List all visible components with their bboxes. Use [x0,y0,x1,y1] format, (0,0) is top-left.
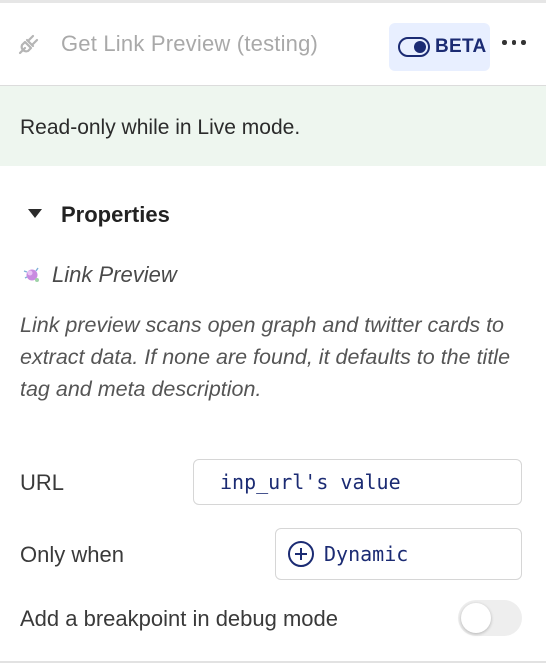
banner-text: Read-only while in Live mode. [20,116,301,139]
url-field[interactable]: inp_url's value [193,459,522,505]
collapse-triangle-icon[interactable] [28,209,42,218]
plugin-name: Link Preview [52,262,177,287]
action-header: Get Link Preview (testing) BETA [0,3,546,85]
toggle-knob [461,603,491,633]
plugin-description: Link preview scans open graph and twitte… [20,313,511,401]
beta-label: BETA [435,36,487,57]
debug-breakpoint-label: Add a breakpoint in debug mode [20,606,339,631]
debug-breakpoint-toggle[interactable] [458,600,522,636]
url-field-value: inp_url's value [220,470,401,494]
plus-circle-icon [288,541,314,567]
plug-icon [14,29,44,59]
url-label: URL [20,470,65,495]
link-preview-plugin-icon [21,264,43,286]
toggle-icon [398,37,430,57]
only-when-label: Only when [20,542,124,567]
properties-heading[interactable]: Properties [61,202,170,228]
only-when-value: Dynamic [324,542,409,566]
action-title: Get Link Preview (testing) [61,31,319,56]
only-when-field[interactable]: Dynamic [275,528,522,580]
bottom-border [0,661,546,663]
more-horizontal-icon[interactable] [502,40,526,45]
beta-toggle-badge[interactable]: BETA [389,23,490,71]
live-mode-banner: Read-only while in Live mode. [0,86,546,166]
